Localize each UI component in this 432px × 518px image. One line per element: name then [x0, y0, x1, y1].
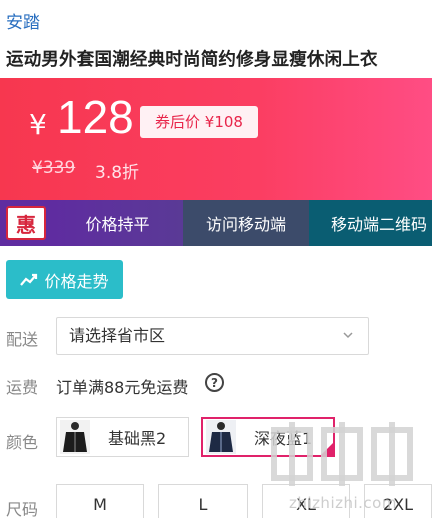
size-option-2xl[interactable]: 2XL: [364, 484, 432, 518]
promo-bar: 惠 价格持平 访问移动端 移动端二维码: [0, 200, 432, 246]
size-label: 尺码: [6, 500, 39, 518]
size-option-xl[interactable]: XL: [262, 484, 350, 518]
hui-icon: 惠: [6, 206, 46, 240]
trend-chart-icon: [20, 273, 38, 286]
brand-link[interactable]: 安踏: [6, 8, 40, 33]
size-option-l[interactable]: L: [158, 484, 248, 518]
color-option-label: 深夜蓝1: [254, 429, 313, 448]
jacket-navy-thumbnail: [206, 420, 236, 454]
hui-badge-cell: 惠: [0, 200, 52, 246]
color-option-navy[interactable]: 深夜蓝1: [201, 417, 335, 457]
current-price: 128: [57, 91, 134, 143]
color-option-label: 基础黑2: [108, 429, 167, 448]
selected-check-icon: [319, 441, 335, 457]
chevron-down-icon: [343, 332, 353, 339]
original-price: ¥339: [32, 158, 76, 178]
tab-price-flat[interactable]: 价格持平: [52, 200, 183, 246]
currency-symbol: ¥: [29, 108, 47, 141]
tab-visit-mobile[interactable]: 访问移动端: [183, 200, 309, 246]
shipping-label: 运费: [6, 378, 39, 397]
delivery-label: 配送: [6, 330, 39, 349]
size-option-m[interactable]: M: [56, 484, 144, 518]
price-trend-label: 价格走势: [44, 271, 109, 291]
jacket-black-thumbnail: [60, 420, 90, 454]
color-label: 颜色: [6, 433, 39, 452]
help-icon[interactable]: ?: [205, 373, 224, 392]
tab-mobile-qrcode[interactable]: 移动端二维码: [309, 200, 432, 246]
product-title: 运动男外套国潮经典时尚简约修身显瘦休闲上衣: [6, 50, 378, 70]
discount-rate: 3.8折: [95, 163, 140, 183]
color-option-black[interactable]: 基础黑2: [56, 417, 189, 457]
shipping-text: 订单满88元免运费: [56, 378, 189, 397]
region-select[interactable]: 请选择省市区: [56, 317, 369, 355]
price-trend-button[interactable]: 价格走势: [6, 260, 123, 299]
coupon-price-badge: 券后价 ¥108: [140, 106, 258, 138]
price-panel: ¥ 128 券后价 ¥108 ¥339 3.8折: [0, 78, 432, 200]
region-select-value: 请选择省市区: [69, 326, 166, 345]
